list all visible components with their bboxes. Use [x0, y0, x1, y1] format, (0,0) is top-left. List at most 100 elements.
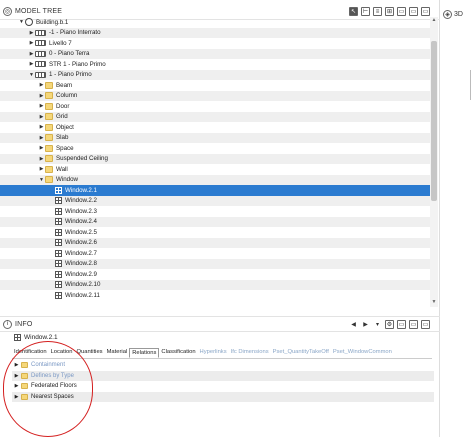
tree-row[interactable]: Window.2.1 — [0, 185, 430, 196]
tree-row[interactable]: ▶ -1 - Piano Interrato — [0, 27, 430, 38]
tree-row[interactable]: ▼ 1 - Piano Primo — [0, 69, 430, 80]
chevron-right-icon[interactable]: ▶ — [38, 93, 45, 99]
cursor-icon[interactable]: ↖ — [349, 7, 358, 16]
info-panel3-icon[interactable]: ▭ — [421, 320, 430, 329]
chevron-right-icon[interactable]: ▶ — [12, 383, 21, 389]
tab-relations[interactable]: Relations — [129, 348, 160, 358]
relation-row[interactable]: ▶ Defines by Type — [12, 370, 434, 381]
relation-row[interactable]: ▶ Containment — [12, 360, 434, 371]
info-toolbar: ◀ ▶ ▾ ⚙ ▭ ▭ ▭ — [349, 320, 430, 329]
chevron-right-icon[interactable]: ▶ — [12, 394, 21, 400]
tree-row[interactable]: Window.2.11 — [0, 290, 430, 301]
panel1-icon[interactable]: ▭ — [397, 7, 406, 16]
divider — [470, 70, 471, 100]
tree-row-label: Wall — [56, 165, 68, 173]
chevron-right-icon[interactable]: ▶ — [12, 362, 21, 368]
info-panel2-icon[interactable]: ▭ — [409, 320, 418, 329]
tree-row[interactable]: ▶ Object — [0, 122, 430, 133]
building-icon — [25, 18, 33, 27]
tree-row-label: Beam — [56, 81, 73, 89]
dropdown-icon[interactable]: ▾ — [373, 320, 382, 329]
tree-row[interactable]: ▶ Wall — [0, 164, 430, 175]
folder-icon — [45, 144, 53, 152]
tree-row[interactable]: Window.2.8 — [0, 258, 430, 269]
chevron-right-icon[interactable]: ▶ — [38, 124, 45, 130]
relation-row[interactable]: ▶ Federated Floors — [12, 381, 434, 392]
tree-row[interactable]: Window.2.5 — [0, 227, 430, 238]
tree-scrollbar[interactable]: ▲ ▼ — [430, 17, 438, 307]
tree-row-label: -1 - Piano Interrato — [49, 29, 101, 37]
chevron-down-icon[interactable]: ▼ — [28, 72, 35, 78]
tree-row[interactable]: ▶ Column — [0, 90, 430, 101]
panel3-icon[interactable]: ▭ — [421, 7, 430, 16]
tree-row[interactable]: ▼ Window — [0, 174, 430, 185]
gear-icon[interactable]: ⚙ — [385, 320, 394, 329]
tree-row[interactable]: ▶ Slab — [0, 132, 430, 143]
tree-row[interactable]: Window.2.4 — [0, 216, 430, 227]
tab-hyperlinks[interactable]: Hyperlinks — [198, 348, 229, 358]
tab-pset-quantitytakeoff[interactable]: Pset_QuantityTakeOff — [271, 348, 331, 358]
story-icon — [35, 71, 46, 78]
tree-row[interactable]: ▼ Building.b.1 — [0, 17, 430, 28]
hierarchy-icon[interactable]: ⊢ — [361, 7, 370, 16]
scroll-down-icon[interactable]: ▼ — [430, 299, 438, 307]
tree-row[interactable]: Window.2.9 — [0, 269, 430, 280]
info-title: INFO — [15, 320, 33, 328]
tree-row[interactable]: ▶ Door — [0, 101, 430, 112]
structure-icon[interactable]: ⊞ — [385, 7, 394, 16]
tree-row-label: Window.2.6 — [65, 239, 97, 247]
tree-row-label: Window.2.3 — [65, 207, 97, 215]
relation-row[interactable]: ▶ Nearest Spaces — [12, 391, 434, 402]
grid-icon — [55, 218, 62, 226]
tree-row[interactable]: Window.2.3 — [0, 206, 430, 217]
view-3d-label: 3D — [454, 11, 463, 18]
chevron-right-icon[interactable]: ▶ — [38, 156, 45, 162]
relation-label: Nearest Spaces — [31, 393, 74, 400]
view-3d-header[interactable]: ◈ 3D — [443, 10, 463, 19]
tree-row[interactable]: Window.2.10 — [0, 279, 430, 290]
tree-row[interactable]: Window.2.6 — [0, 237, 430, 248]
chevron-right-icon[interactable]: ▶ — [12, 373, 21, 379]
tree-row[interactable]: ▶ Suspended Ceiling — [0, 153, 430, 164]
grid-icon — [55, 228, 62, 236]
tab-pset-windowcommon[interactable]: Pset_WindowCommon — [331, 348, 394, 358]
scrollbar-thumb[interactable] — [431, 41, 437, 201]
tab-ifc-dimensions[interactable]: Ifc Dimensions — [229, 348, 271, 358]
chevron-right-icon[interactable]: ▶ — [38, 145, 45, 151]
tree-row[interactable]: ▶ Grid — [0, 111, 430, 122]
tree-row[interactable]: ▶ 0 - Piano Terra — [0, 48, 430, 59]
chevron-right-icon[interactable]: ▶ — [38, 114, 45, 120]
grid-icon — [55, 207, 62, 215]
chevron-right-icon[interactable]: ▶ — [38, 82, 45, 88]
chevron-down-icon[interactable]: ▼ — [38, 177, 45, 183]
folder-icon — [45, 123, 53, 131]
back-icon[interactable]: ◀ — [349, 320, 358, 329]
scroll-up-icon[interactable]: ▲ — [430, 17, 438, 25]
tree-row[interactable]: ▶ Space — [0, 143, 430, 154]
grid-icon — [55, 291, 62, 299]
tree-row[interactable]: Window.2.7 — [0, 248, 430, 259]
properties-icon[interactable]: ≡ — [373, 7, 382, 16]
chevron-right-icon[interactable]: ▶ — [38, 166, 45, 172]
tab-quantities[interactable]: Quantities — [74, 348, 104, 358]
chevron-right-icon[interactable]: ▶ — [28, 61, 35, 67]
panel2-icon[interactable]: ▭ — [409, 7, 418, 16]
chevron-down-icon[interactable]: ▼ — [18, 19, 25, 25]
folder-icon — [21, 383, 28, 390]
chevron-right-icon[interactable]: ▶ — [28, 40, 35, 46]
forward-icon[interactable]: ▶ — [361, 320, 370, 329]
info-panel1-icon[interactable]: ▭ — [397, 320, 406, 329]
tab-identification[interactable]: Identification — [12, 348, 49, 358]
tab-location[interactable]: Location — [49, 348, 75, 358]
chevron-right-icon[interactable]: ▶ — [38, 103, 45, 109]
tab-classification[interactable]: Classification — [159, 348, 197, 358]
tree-row[interactable]: ▶ Livello 7 — [0, 38, 430, 49]
chevron-right-icon[interactable]: ▶ — [28, 30, 35, 36]
tree-row[interactable]: ▶ STR 1 - Piano Primo — [0, 59, 430, 70]
tab-material[interactable]: Material — [105, 348, 130, 358]
chevron-right-icon[interactable]: ▶ — [28, 51, 35, 57]
tree-row[interactable]: ▶ Beam — [0, 80, 430, 91]
tree-row-label: Livello 7 — [49, 39, 72, 47]
chevron-right-icon[interactable]: ▶ — [38, 135, 45, 141]
tree-row[interactable]: Window.2.2 — [0, 195, 430, 206]
